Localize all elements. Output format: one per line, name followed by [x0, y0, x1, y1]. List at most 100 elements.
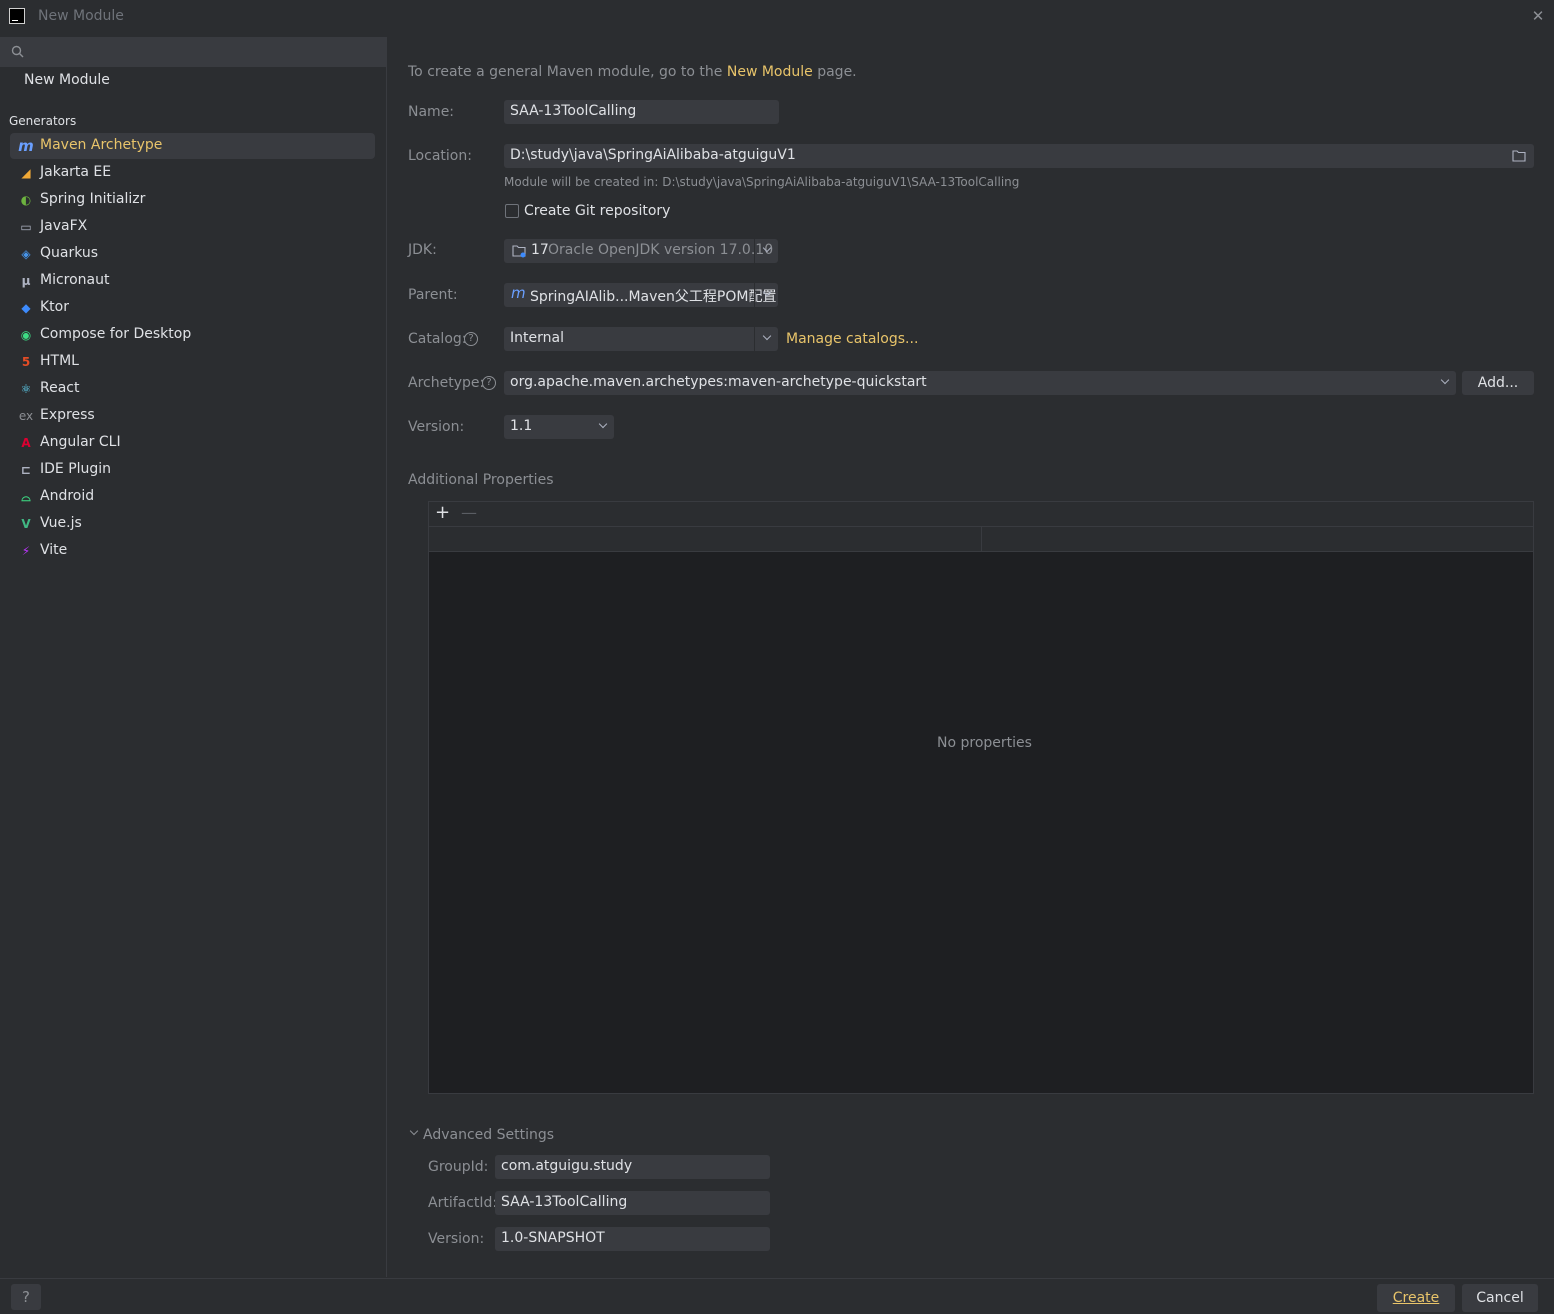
groupid-value: com.atguigu.study: [501, 1158, 633, 1174]
maven-icon: m: [18, 137, 34, 155]
create-button[interactable]: Create: [1377, 1284, 1455, 1312]
adv-version-field[interactable]: 1.0-SNAPSHOT: [495, 1227, 770, 1251]
location-hint: Module will be created in: D:\study\java…: [504, 175, 1020, 189]
sidebar-item-label: Vite: [40, 542, 68, 558]
generators-header: Generators: [9, 114, 77, 128]
express-icon: ex: [18, 409, 34, 423]
sidebar-item-quarkus[interactable]: ◈ Quarkus: [10, 241, 375, 267]
sidebar-item-express[interactable]: ex Express: [10, 403, 375, 429]
chevron-down-icon[interactable]: [408, 1127, 420, 1139]
sidebar-item-react[interactable]: ⚛ React: [10, 376, 375, 402]
adv-version-label: Version:: [428, 1231, 485, 1247]
groupid-field[interactable]: com.atguigu.study: [495, 1155, 770, 1179]
git-checkbox-label[interactable]: Create Git repository: [524, 203, 670, 219]
remove-property-icon[interactable]: —: [461, 504, 477, 522]
catalog-label: Catalog:: [408, 331, 467, 347]
advanced-settings-toggle[interactable]: Advanced Settings: [423, 1127, 554, 1143]
plugin-icon: ⊏: [20, 463, 32, 477]
parent-value: SpringAIAlib...Maven父工程POM配置: [530, 289, 777, 305]
chevron-down-icon: [762, 333, 772, 343]
additional-properties-title: Additional Properties: [408, 472, 554, 488]
jdk-label: JDK:: [408, 242, 437, 258]
sidebar-item-label: Express: [40, 407, 95, 423]
chevron-down-icon: [762, 289, 772, 299]
parent-label: Parent:: [408, 287, 458, 303]
location-field[interactable]: D:\study\java\SpringAiAlibaba-atguiguV1: [504, 144, 1534, 168]
sidebar-item-jakarta-ee[interactable]: ◢ Jakarta EE: [10, 160, 375, 186]
version-value: 1.1: [510, 418, 533, 434]
react-icon: ⚛: [20, 382, 32, 396]
name-field[interactable]: SAA-13ToolCalling: [504, 100, 779, 124]
version-select[interactable]: 1.1: [504, 415, 614, 439]
new-module-item[interactable]: New Module: [24, 72, 110, 88]
sidebar-item-spring-initializr[interactable]: ◐ Spring Initializr: [10, 187, 375, 213]
archetype-select[interactable]: org.apache.maven.archetypes:maven-archet…: [504, 371, 1456, 395]
javafx-icon: ▭: [20, 220, 32, 234]
module-form: To create a general Maven module, go to …: [388, 37, 1554, 1277]
sidebar-item-label: Micronaut: [40, 272, 110, 288]
catalog-help-icon[interactable]: ?: [464, 332, 478, 346]
sidebar-item-vite[interactable]: ⚡ Vite: [10, 538, 375, 564]
sidebar-item-label: Ktor: [40, 299, 69, 315]
sidebar-item-html[interactable]: 5 HTML: [10, 349, 375, 375]
sidebar-item-android[interactable]: ⌓ Android: [10, 484, 375, 510]
sidebar-item-label: Spring Initializr: [40, 191, 146, 207]
sidebar-item-label: Quarkus: [40, 245, 99, 261]
sidebar-item-vue-js[interactable]: V Vue.js: [10, 511, 375, 537]
chevron-down-icon: [762, 245, 772, 255]
sidebar-item-ide-plugin[interactable]: ⊏ IDE Plugin: [10, 457, 375, 483]
sidebar-item-maven-archetype[interactable]: m Maven Archetype: [10, 133, 375, 159]
add-property-icon[interactable]: +: [435, 504, 450, 522]
jdk-select[interactable]: 17 Oracle OpenJDK version 17.0.10: [504, 239, 778, 263]
properties-table: + — No properties: [428, 501, 1534, 1094]
spring-icon: ◐: [20, 193, 32, 207]
manage-catalogs-link[interactable]: Manage catalogs...: [786, 331, 918, 347]
artifactid-field[interactable]: SAA-13ToolCalling: [495, 1191, 770, 1215]
chevron-down-icon: [1440, 377, 1450, 387]
location-value: D:\study\java\SpringAiAlibaba-atguiguV1: [510, 147, 796, 163]
title-bar: New Module ✕: [0, 0, 1554, 34]
parent-select[interactable]: m SpringAIAlib...Maven父工程POM配置: [504, 283, 778, 307]
sidebar-item-label: Compose for Desktop: [40, 326, 192, 342]
sidebar-item-label: JavaFX: [40, 218, 88, 234]
sidebar-item-label: React: [40, 380, 80, 396]
archetype-label: Archetype:: [408, 375, 485, 391]
close-icon[interactable]: ✕: [1530, 8, 1546, 24]
sidebar-item-label: Jakarta EE: [40, 164, 112, 180]
jdk-folder-icon: [512, 245, 526, 258]
version-label: Version:: [408, 419, 465, 435]
micronaut-icon: µ: [21, 274, 31, 288]
new-module-link[interactable]: New Module: [727, 64, 813, 80]
sidebar-item-label: HTML: [40, 353, 79, 369]
name-label: Name:: [408, 104, 455, 120]
sidebar-item-compose-for-desktop[interactable]: ◉ Compose for Desktop: [10, 322, 375, 348]
sidebar-item-angular-cli[interactable]: A Angular CLI: [10, 430, 375, 456]
maven-icon: m: [511, 284, 526, 302]
sidebar-item-label: Maven Archetype: [40, 137, 163, 153]
dialog-footer: ? Create Cancel: [0, 1278, 1554, 1314]
intro-prefix: To create a general Maven module, go to …: [408, 64, 723, 80]
cancel-button[interactable]: Cancel: [1462, 1284, 1538, 1312]
compose-icon: ◉: [20, 328, 32, 342]
jdk-name: Oracle OpenJDK version 17.0.10: [548, 242, 774, 258]
search-input[interactable]: [0, 37, 387, 67]
name-value: SAA-13ToolCalling: [510, 103, 637, 119]
folder-icon[interactable]: [1512, 149, 1526, 162]
adv-version-value: 1.0-SNAPSHOT: [501, 1230, 605, 1246]
html-icon: 5: [21, 355, 31, 369]
sidebar-item-micronaut[interactable]: µ Micronaut: [10, 268, 375, 294]
chevron-down-icon: [598, 421, 608, 431]
archetype-help-icon[interactable]: ?: [482, 376, 496, 390]
vue-icon: V: [21, 517, 31, 531]
git-checkbox[interactable]: [505, 204, 519, 218]
angular-icon: A: [21, 436, 31, 450]
sidebar-item-javafx[interactable]: ▭ JavaFX: [10, 214, 375, 240]
artifactid-label: ArtifactId:: [428, 1195, 498, 1211]
search-icon: [11, 45, 24, 58]
catalog-select[interactable]: Internal: [504, 327, 778, 351]
help-button[interactable]: ?: [11, 1284, 41, 1310]
sidebar-item-ktor[interactable]: ◆ Ktor: [10, 295, 375, 321]
add-archetype-button[interactable]: Add...: [1462, 371, 1534, 395]
jakarta-ee-icon: ◢: [21, 166, 31, 180]
intro-text: To create a general Maven module, go to …: [408, 64, 857, 80]
